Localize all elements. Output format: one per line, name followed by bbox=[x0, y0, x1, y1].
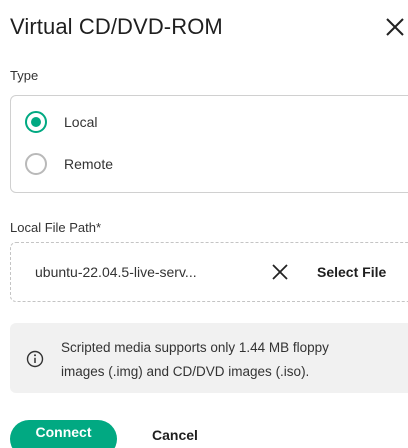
radio-button-unchecked[interactable] bbox=[25, 153, 47, 175]
local-file-path-label: Local File Path* bbox=[10, 220, 102, 235]
virtual-media-dialog: Virtual CD/DVD-ROM Type Local Remote Loc… bbox=[0, 0, 408, 448]
info-text-line-2: images (.img) and CD/DVD images (.iso). bbox=[61, 364, 310, 379]
selected-file-name: ubuntu-22.04.5-live-serv... bbox=[35, 264, 197, 280]
file-drop-zone[interactable]: ubuntu-22.04.5-live-serv... Select File bbox=[10, 242, 408, 302]
info-icon bbox=[26, 350, 44, 368]
info-notice: Scripted media supports only 1.44 MB flo… bbox=[10, 323, 408, 393]
type-label: Type bbox=[10, 68, 39, 83]
info-text-line-1: Scripted media supports only 1.44 MB flo… bbox=[61, 340, 329, 355]
close-button[interactable] bbox=[382, 14, 408, 40]
radio-label-remote: Remote bbox=[64, 156, 114, 172]
radio-label-local: Local bbox=[64, 114, 98, 130]
radio-button-checked[interactable] bbox=[25, 111, 47, 133]
close-icon bbox=[386, 18, 404, 36]
select-file-button[interactable]: Select File bbox=[317, 264, 386, 280]
radio-option-remote[interactable]: Remote bbox=[25, 153, 113, 175]
cancel-button[interactable]: Cancel bbox=[152, 427, 198, 443]
connect-button[interactable]: Connect bbox=[10, 420, 117, 448]
clear-file-button[interactable] bbox=[270, 262, 290, 282]
info-text: Scripted media supports only 1.44 MB flo… bbox=[61, 336, 408, 384]
dialog-title: Virtual CD/DVD-ROM bbox=[10, 14, 223, 39]
type-radio-group: Local Remote bbox=[10, 95, 408, 193]
radio-selected-dot bbox=[31, 117, 41, 127]
clear-icon bbox=[272, 264, 288, 280]
radio-option-local[interactable]: Local bbox=[25, 111, 97, 133]
